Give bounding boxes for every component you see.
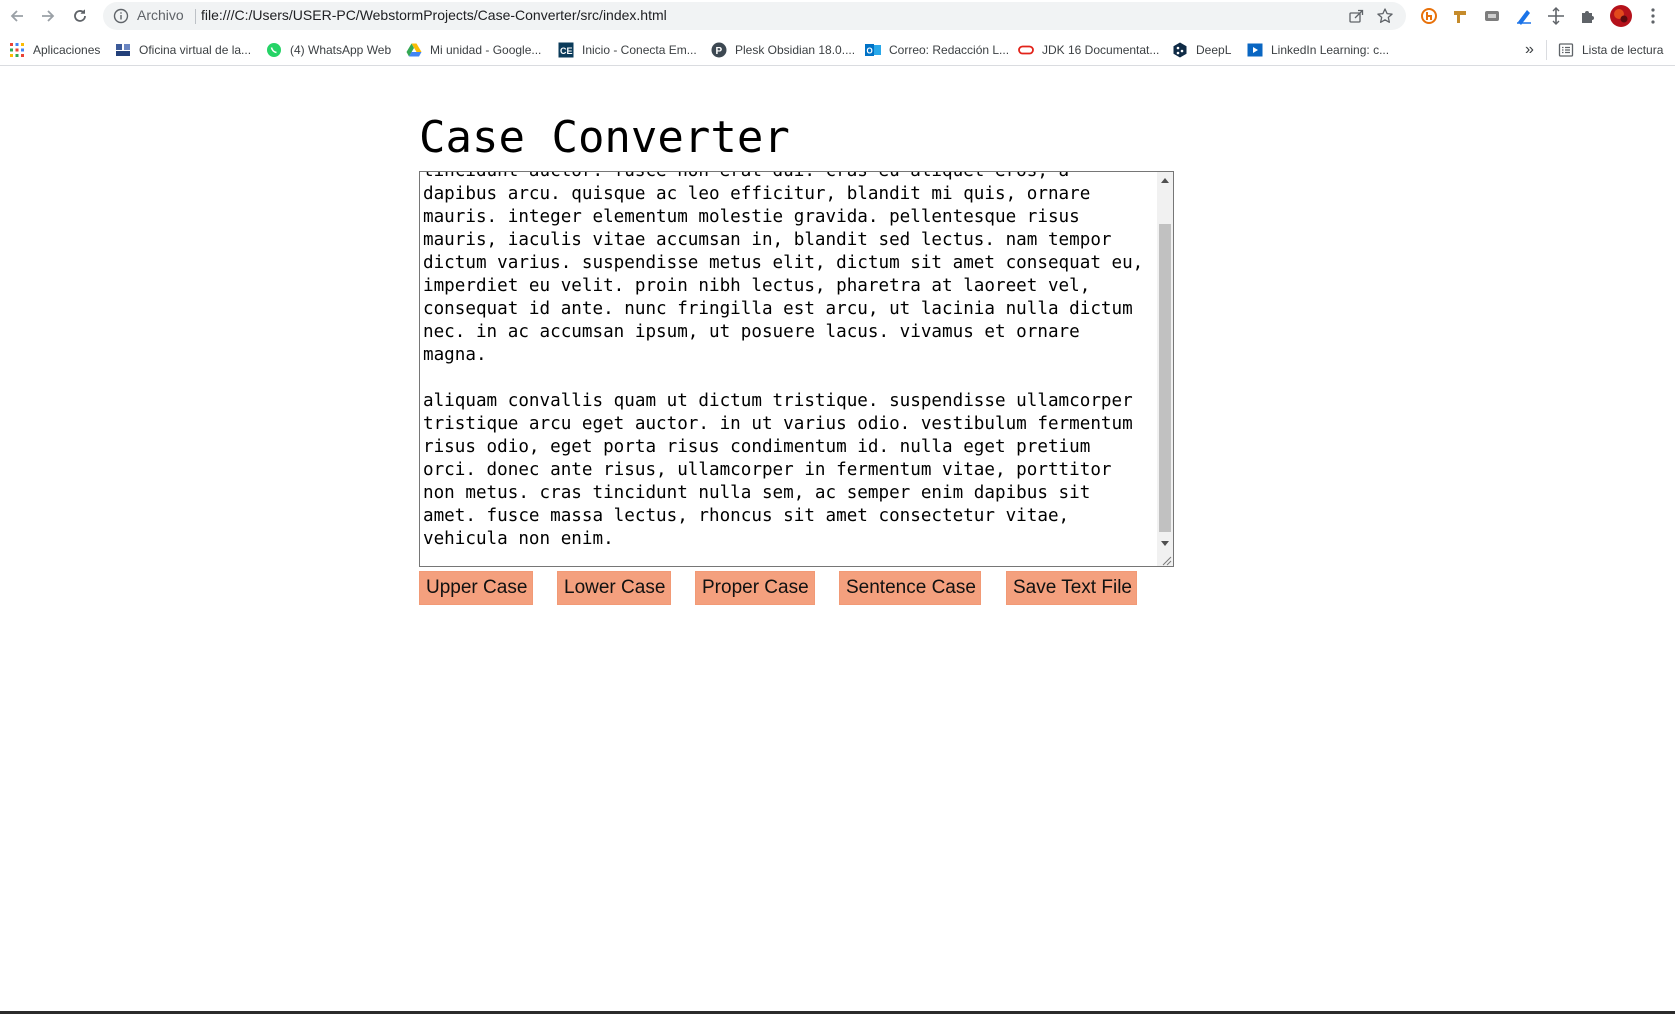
- resize-grip-icon[interactable]: [1160, 553, 1172, 566]
- reading-list-icon: [1558, 42, 1574, 58]
- bookmark-google-drive[interactable]: Mi unidad - Google...: [406, 41, 541, 59]
- bookmark-label: Mi unidad - Google...: [430, 43, 542, 57]
- reload-icon[interactable]: [68, 4, 92, 28]
- bookmarks-bar: Aplicaciones Oficina virtual de la... (4…: [0, 32, 1675, 66]
- upper-case-button[interactable]: Upper Case: [419, 571, 533, 605]
- bookmark-apps[interactable]: Aplicaciones: [9, 41, 100, 59]
- bookmark-jdk[interactable]: JDK 16 Documentat...: [1018, 41, 1159, 59]
- info-icon[interactable]: [113, 8, 129, 24]
- bookmark-linkedin-learning[interactable]: LinkedIn Learning: c...: [1247, 41, 1389, 59]
- bookmark-label: LinkedIn Learning: c...: [1271, 43, 1390, 57]
- svg-text:CE: CE: [560, 46, 573, 56]
- scrollbar-thumb[interactable]: [1159, 224, 1171, 532]
- browser-toolbar: Archivo file:///C:/Users/USER-PC/Webstor…: [0, 0, 1675, 32]
- profile-avatar[interactable]: [1610, 5, 1632, 27]
- address-separator: [195, 9, 196, 24]
- bookmark-conecta[interactable]: CE Inicio - Conecta Em...: [558, 41, 697, 59]
- bookmark-label: Aplicaciones: [33, 43, 101, 57]
- text-input-area[interactable]: tincidunt auctor. fusce non erat dui. cr…: [419, 171, 1174, 567]
- sentence-case-button[interactable]: Sentence Case: [839, 571, 981, 605]
- reading-list-button[interactable]: Lista de lectura: [1558, 41, 1663, 59]
- bookmark-label: DeepL: [1196, 43, 1232, 57]
- whatsapp-icon: [266, 42, 282, 58]
- bookmark-label: Lista de lectura: [1582, 43, 1664, 57]
- star-icon[interactable]: [1376, 7, 1394, 30]
- puzzle-icon[interactable]: [1577, 5, 1599, 27]
- bookmark-label: Inicio - Conecta Em...: [582, 43, 697, 57]
- page-title: Case Converter: [419, 112, 790, 163]
- bookmark-plesk[interactable]: P Plesk Obsidian 18.0....: [711, 41, 855, 59]
- forward-icon[interactable]: [36, 4, 60, 28]
- save-text-file-button[interactable]: Save Text File: [1006, 571, 1137, 605]
- bookmark-label: Correo: Redacción L...: [889, 43, 1010, 57]
- google-drive-icon: [406, 42, 422, 58]
- scroll-down-icon[interactable]: [1161, 541, 1169, 546]
- svg-text:P: P: [716, 46, 723, 57]
- bookmark-whatsapp[interactable]: (4) WhatsApp Web: [266, 41, 391, 59]
- ce-icon: CE: [558, 42, 574, 58]
- bookmark-outlook[interactable]: O Correo: Redacción L...: [865, 41, 1009, 59]
- oracle-icon: [1018, 42, 1034, 58]
- proper-case-button[interactable]: Proper Case: [695, 571, 815, 605]
- bookmark-label: (4) WhatsApp Web: [290, 43, 392, 57]
- textarea-scrollbar[interactable]: [1157, 172, 1173, 566]
- bookmarks-divider: [1546, 40, 1547, 60]
- bookmark-label: Plesk Obsidian 18.0....: [735, 43, 856, 57]
- bookmark-label: Oficina virtual de la...: [139, 43, 252, 57]
- scroll-up-icon[interactable]: [1161, 178, 1169, 183]
- menu-dots-icon[interactable]: [1642, 5, 1664, 27]
- overflow-chevron-icon: »: [1525, 41, 1534, 58]
- lower-case-button[interactable]: Lower Case: [557, 571, 671, 605]
- deepl-icon: [1172, 42, 1188, 58]
- svg-text:O: O: [867, 47, 873, 56]
- back-icon[interactable]: [5, 4, 29, 28]
- extension-orange-icon[interactable]: [1418, 5, 1440, 27]
- extension-grey-icon[interactable]: [1481, 5, 1503, 27]
- apps-grid-icon: [9, 42, 25, 58]
- bookmark-oficina-virtual[interactable]: Oficina virtual de la...: [115, 41, 251, 59]
- extension-pen-icon[interactable]: [1513, 5, 1535, 27]
- address-bar[interactable]: Archivo file:///C:/Users/USER-PC/Webstor…: [103, 2, 1406, 30]
- plesk-icon: P: [711, 42, 727, 58]
- scheme-label: Archivo: [137, 7, 184, 23]
- extension-tool-icon[interactable]: [1449, 5, 1471, 27]
- office-icon: [115, 42, 131, 58]
- linkedin-learning-icon: [1247, 42, 1263, 58]
- share-icon[interactable]: [1348, 8, 1364, 29]
- extension-move-icon[interactable]: [1545, 5, 1567, 27]
- url-text[interactable]: file:///C:/Users/USER-PC/WebstormProject…: [201, 7, 667, 23]
- bookmark-deepl[interactable]: DeepL: [1172, 41, 1231, 59]
- textarea-content[interactable]: tincidunt auctor. fusce non erat dui. cr…: [423, 172, 1153, 551]
- bookmarks-overflow-button[interactable]: »: [1525, 41, 1534, 59]
- bookmark-label: JDK 16 Documentat...: [1042, 43, 1160, 57]
- outlook-icon: O: [865, 42, 881, 58]
